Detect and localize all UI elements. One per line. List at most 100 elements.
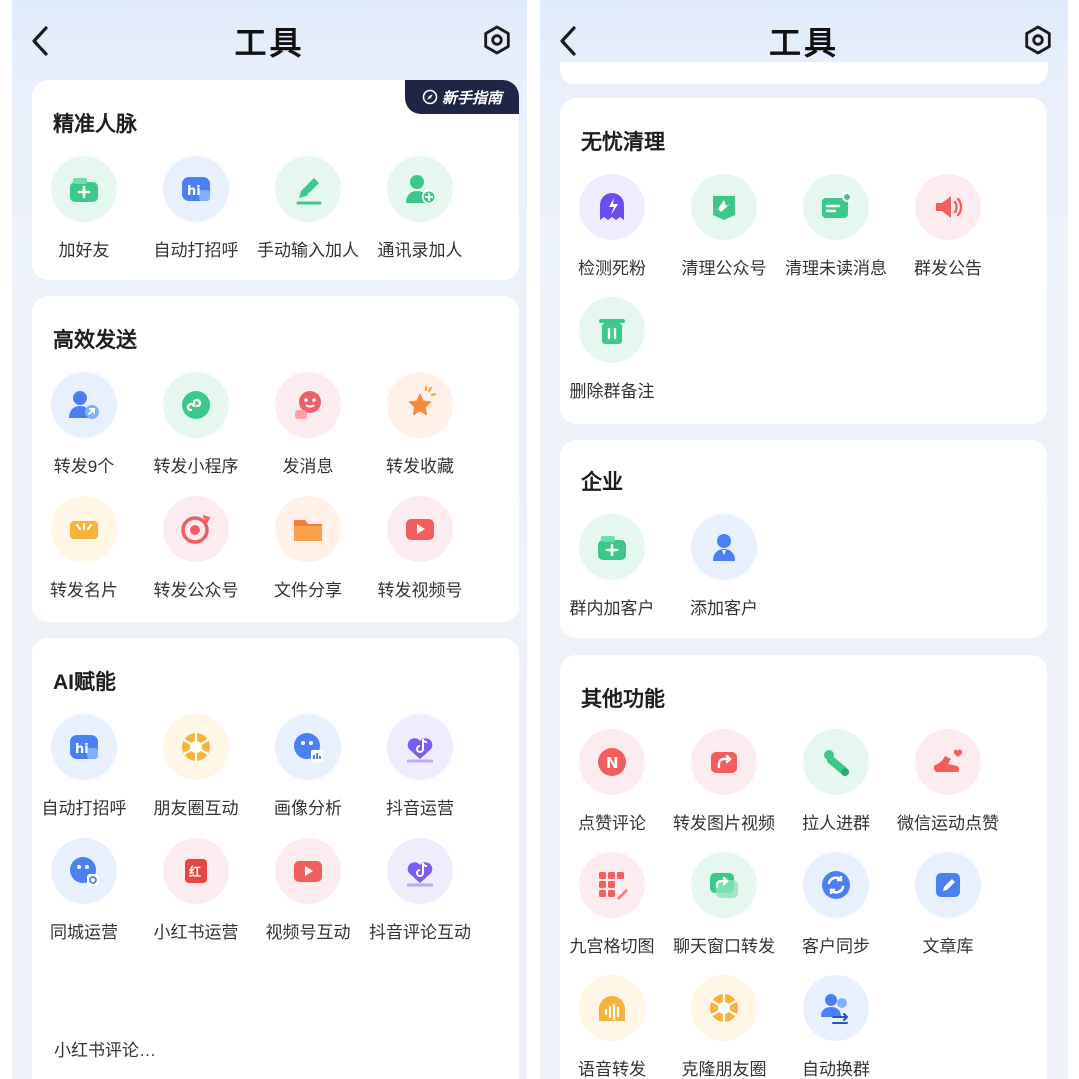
tool-item[interactable]: 发消息	[252, 372, 364, 477]
tool-item[interactable]: 九宫格切图	[560, 852, 668, 957]
voice-icon	[579, 975, 645, 1041]
tool-item[interactable]: 克隆朋友圈	[668, 975, 780, 1079]
tool-label: 自动打招呼	[153, 241, 239, 260]
tool-item[interactable]: 转发小程序	[140, 372, 252, 477]
tool-item[interactable]: 转发视频号	[364, 496, 476, 601]
article-edit-icon	[915, 852, 981, 918]
video-channel-icon	[275, 838, 341, 904]
xiaohongshu-icon: 红	[163, 838, 229, 904]
business-card-icon	[51, 496, 117, 562]
tool-item[interactable]: 群发公告	[892, 174, 1004, 279]
douyin-comment-icon	[387, 838, 453, 904]
settings-button[interactable]	[481, 24, 513, 56]
tool-item[interactable]: 朋友圈互动	[140, 714, 252, 819]
tool-item[interactable]: 清理未读消息	[780, 174, 892, 279]
folder-icon	[275, 496, 341, 562]
tool-item[interactable]: 通讯录加人	[364, 156, 476, 261]
card-qiye: 企业 群内加客户 添加客户	[560, 440, 1047, 638]
local-city-icon	[51, 838, 117, 904]
tool-item[interactable]: hi 自动打招呼	[32, 714, 140, 819]
tool-label: 拉人进群	[802, 814, 870, 833]
settings-hex-icon	[484, 25, 510, 55]
tool-label: 微信运动点赞	[897, 814, 999, 833]
tool-label: 同城运营	[50, 923, 118, 942]
tool-item[interactable]: 视频号互动	[252, 838, 364, 943]
section-title: AI赋能	[53, 671, 116, 694]
section-title: 精准人脉	[53, 113, 137, 136]
greeting-hi-icon: hi	[163, 156, 229, 222]
svg-text:hi: hi	[187, 184, 201, 199]
tool-label: 群发公告	[914, 259, 982, 278]
tool-label: 语音转发	[578, 1060, 646, 1079]
tool-label: 文件分享	[274, 581, 342, 600]
tool-item[interactable]: 画像分析	[252, 714, 364, 819]
forward-image-icon	[691, 729, 757, 795]
tool-item[interactable]: 拉人进群	[780, 729, 892, 834]
add-friend-icon	[51, 156, 117, 222]
tool-item[interactable]: 转发公众号	[140, 496, 252, 601]
tool-item[interactable]: 语音转发	[560, 975, 668, 1079]
tool-item[interactable]: 同城运营	[32, 838, 140, 943]
like-comment-n-icon: N	[579, 729, 645, 795]
tool-item[interactable]: 添加客户	[668, 514, 780, 619]
tool-item[interactable]: 转发9个	[32, 372, 140, 477]
card-ai: AI赋能 hi 自动打招呼 朋友圈互动 画像分析抖音运营同城运营 红小红书运营 视频号互动…	[32, 638, 519, 1079]
tool-item[interactable]: 微信运动点赞	[892, 729, 1004, 834]
contacts-add-icon	[387, 156, 453, 222]
tool-item[interactable]: 文件分享	[252, 496, 364, 601]
forward-person-icon	[51, 372, 117, 438]
tool-label: 抖音运营	[386, 799, 454, 818]
pull-group-icon	[803, 729, 869, 795]
message-face-icon	[275, 372, 341, 438]
official-account-icon	[163, 496, 229, 562]
pencil-icon	[275, 156, 341, 222]
tool-item[interactable]: 文章库	[892, 852, 1004, 957]
tool-item[interactable]: 自动换群	[780, 975, 892, 1079]
tool-label: 小红书运营	[153, 923, 239, 942]
trash-icon	[579, 297, 645, 363]
settings-button[interactable]	[1022, 24, 1054, 56]
mini-program-icon	[163, 372, 229, 438]
tool-label: 转发9个	[53, 457, 115, 476]
aperture-icon	[163, 714, 229, 780]
tool-item[interactable]: 红小红书运营	[140, 838, 252, 943]
tool-label: 转发收藏	[386, 457, 454, 476]
peek-item-label[interactable]: 小红书评论…	[54, 1036, 156, 1061]
sync-icon	[803, 852, 869, 918]
tool-item[interactable]: 群内加客户	[560, 514, 668, 619]
tool-label: 转发图片视频	[673, 814, 775, 833]
tool-label: 群内加客户	[569, 599, 655, 618]
tool-label: 点赞评论	[578, 814, 646, 833]
section-title: 无忧清理	[581, 131, 665, 154]
tool-label: 发消息	[282, 457, 334, 476]
previous-card-edge	[560, 62, 1048, 84]
chat-box-icon	[803, 174, 869, 240]
flag-icon	[691, 174, 757, 240]
portrait-analysis-icon	[275, 714, 341, 780]
sport-like-icon	[915, 729, 981, 795]
tool-item[interactable]: 抖音运营	[364, 714, 476, 819]
aperture-icon	[691, 975, 757, 1041]
tool-item[interactable]: 清理公众号	[668, 174, 780, 279]
tool-label: 转发视频号	[377, 581, 463, 600]
svg-text:N: N	[606, 754, 619, 772]
tool-label: 通讯录加人	[377, 241, 463, 260]
megaphone-icon	[915, 174, 981, 240]
tool-item[interactable]: 客户同步	[780, 852, 892, 957]
tool-item[interactable]: 手动输入加人	[252, 156, 364, 261]
tool-label: 清理公众号	[681, 259, 767, 278]
new-user-guide-badge[interactable]: 新手指南	[405, 80, 519, 114]
tool-item[interactable]: hi 自动打招呼	[140, 156, 252, 261]
tool-item[interactable]: N 点赞评论	[560, 729, 668, 834]
tool-label: 克隆朋友圈	[681, 1060, 767, 1079]
tool-item[interactable]: 转发收藏	[364, 372, 476, 477]
tool-item[interactable]: 检测死粉	[560, 174, 668, 279]
tool-item[interactable]: 删除群备注	[560, 297, 668, 402]
tool-item[interactable]: 转发名片	[32, 496, 140, 601]
tool-item[interactable]: 聊天窗口转发	[668, 852, 780, 957]
tool-label: 转发公众号	[153, 581, 239, 600]
tool-item[interactable]: 抖音评论互动	[364, 838, 476, 943]
tool-item[interactable]: 加好友	[32, 156, 140, 261]
tool-item[interactable]: 转发图片视频	[668, 729, 780, 834]
tool-label: 加好友	[58, 241, 110, 260]
